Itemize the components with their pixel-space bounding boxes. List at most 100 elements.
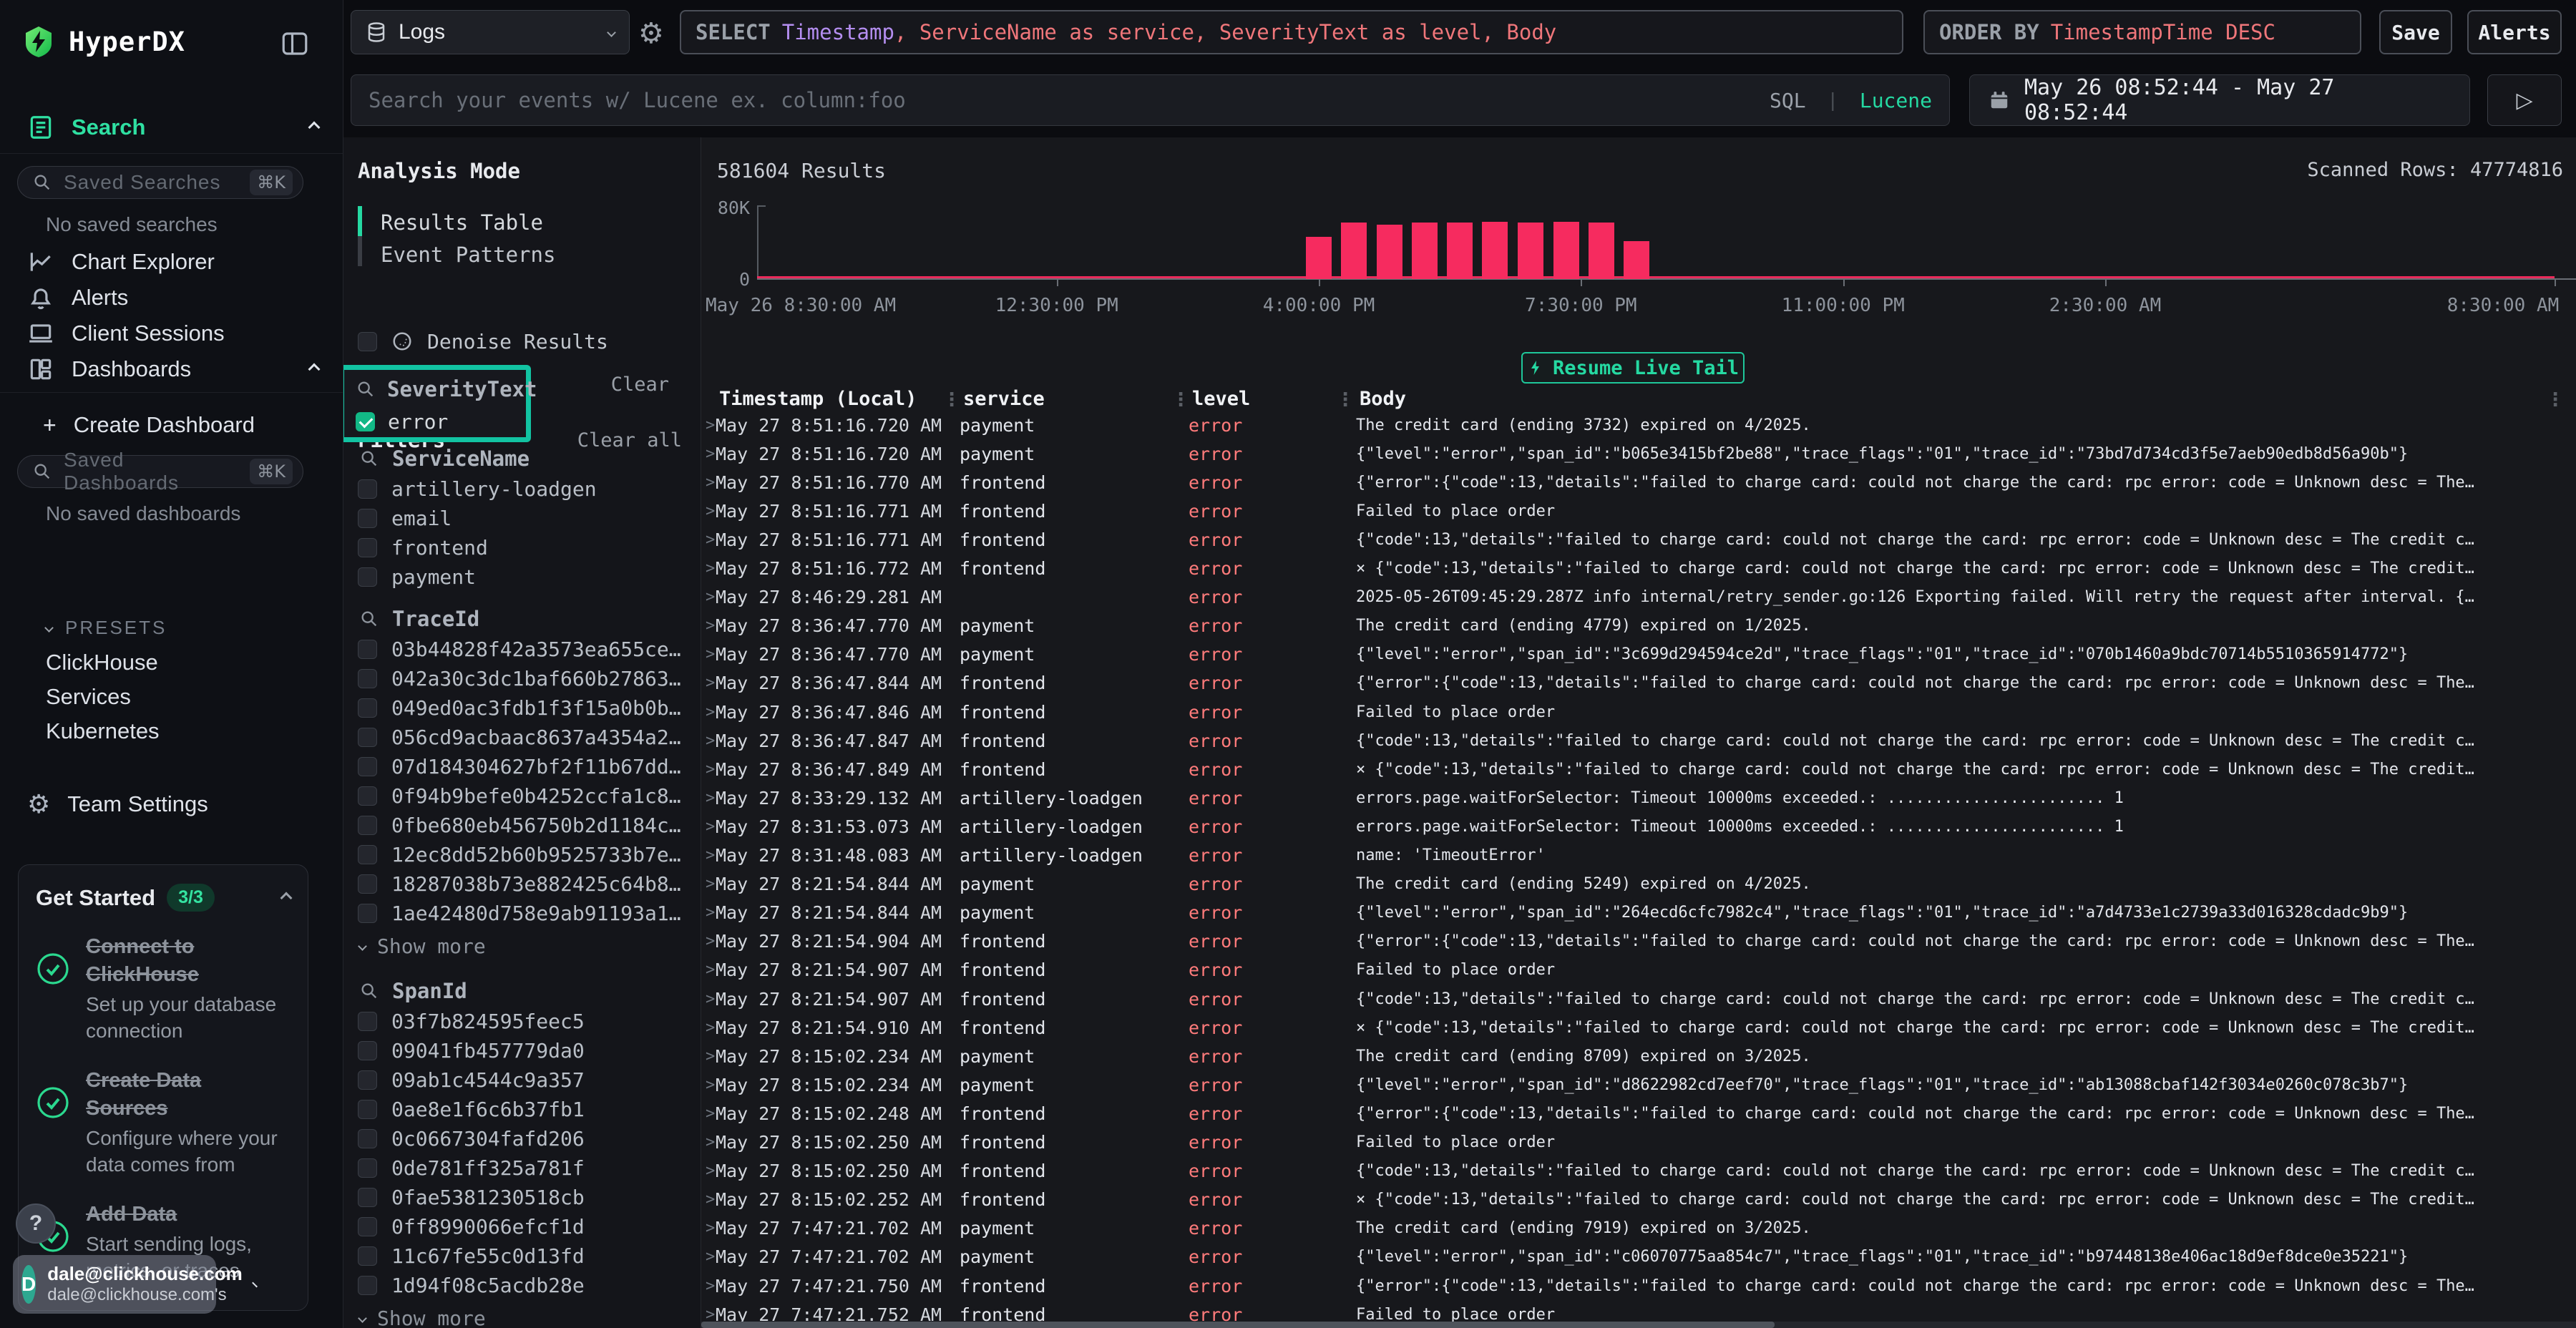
table-row[interactable]: >May 27 8:15:02.248 AMfrontenderror{"err… (701, 1099, 2576, 1128)
filter-value-label[interactable]: frontend (391, 536, 488, 560)
filter-value-row[interactable]: 09ab1c4544c9a357 (358, 1068, 585, 1092)
row-expander-icon[interactable]: > (701, 904, 716, 922)
horizontal-scrollbar[interactable] (701, 1322, 2576, 1328)
sidebar-item-team-settings[interactable]: ⚙ Team Settings (27, 788, 318, 820)
filter-value-label[interactable]: 0f94b9befe0b4252ccfa1c8… (391, 784, 681, 808)
histogram-bar[interactable] (1412, 223, 1438, 279)
table-row[interactable]: >May 27 8:51:16.772 AMfrontenderror× {"c… (701, 555, 2576, 583)
filter-value-row[interactable]: 0ae8e1f6c6b37fb1 (358, 1097, 585, 1121)
filter-value-label[interactable]: artillery-loadgen (391, 477, 597, 501)
filter-value-row[interactable]: 0ff8990066efcf1d (358, 1214, 585, 1239)
checkbox-icon[interactable] (358, 1217, 377, 1236)
histogram-bar[interactable] (1377, 225, 1402, 279)
histogram-bar[interactable] (1518, 223, 1543, 279)
checkbox-icon[interactable] (358, 1012, 377, 1031)
row-expander-icon[interactable]: > (701, 645, 716, 663)
filter-value-row[interactable]: 042a30c3dc1baf660b27863… (358, 666, 681, 690)
filter-value-label[interactable]: email (391, 507, 452, 530)
sidebar-collapse-icon[interactable] (280, 29, 310, 62)
row-expander-icon[interactable]: > (701, 502, 716, 520)
checkbox-icon[interactable] (358, 757, 377, 776)
table-row[interactable]: >May 27 8:36:47.770 AMpaymenterrorThe cr… (701, 612, 2576, 640)
table-row[interactable]: >May 27 7:47:21.702 AMpaymenterror{"leve… (701, 1243, 2576, 1271)
help-button[interactable]: ? (16, 1204, 56, 1244)
filter-value-label[interactable]: 0c0667304fafd206 (391, 1127, 585, 1151)
alerts-button[interactable]: Alerts (2467, 10, 2562, 54)
checkbox-icon[interactable] (358, 332, 377, 351)
checkbox-icon[interactable] (358, 669, 377, 688)
tab-results-table[interactable]: Results Table (381, 210, 543, 235)
denoise-results-row[interactable]: Denoise Results (358, 329, 608, 353)
filter-value-row[interactable]: 11c67fe55c0d13fd (358, 1244, 585, 1268)
histogram-bar[interactable] (1624, 241, 1649, 279)
filter-value-label[interactable]: 1ae42480d758e9ab91193a1… (391, 902, 681, 925)
filter-value-label[interactable]: error (388, 410, 448, 434)
table-row[interactable]: >May 27 7:47:21.702 AMpaymenterrorThe cr… (701, 1214, 2576, 1243)
create-dashboard-button[interactable]: + Create Dashboard (43, 409, 318, 441)
filter-value-row[interactable]: 09041fb457779da0 (358, 1038, 585, 1063)
table-row[interactable]: >May 27 8:15:02.234 AMpaymenterrorThe cr… (701, 1042, 2576, 1070)
mode-sql-toggle[interactable]: SQL (1770, 89, 1806, 112)
row-expander-icon[interactable]: > (701, 1277, 716, 1295)
row-expander-icon[interactable]: > (701, 416, 716, 434)
chevron-up-icon[interactable] (308, 363, 321, 376)
table-row[interactable]: >May 27 8:36:47.770 AMpaymenterror{"leve… (701, 640, 2576, 669)
column-separator-icon[interactable]: ⋮ (942, 389, 961, 411)
filter-value-row[interactable]: 049ed0ac3fdb1f3f15a0b0b… (358, 695, 681, 720)
span-show-more[interactable]: Show more (359, 1307, 486, 1328)
table-settings-icon[interactable]: ⋮ (2546, 389, 2565, 411)
filter-value-label[interactable]: 18287038b73e882425c64b8… (391, 872, 681, 896)
row-expander-icon[interactable]: > (701, 474, 716, 492)
filter-value-label[interactable]: 11c67fe55c0d13fd (391, 1244, 585, 1268)
filter-value-label[interactable]: 09ab1c4544c9a357 (391, 1068, 585, 1092)
sidebar-item-search[interactable]: Search (27, 112, 318, 143)
column-separator-icon[interactable]: ⋮ (1171, 389, 1190, 411)
row-expander-icon[interactable]: > (701, 1248, 716, 1266)
filter-value-label[interactable]: 09041fb457779da0 (391, 1039, 585, 1063)
filter-value-row[interactable]: frontend (358, 535, 488, 560)
filter-value-row[interactable]: email (358, 506, 452, 530)
checkbox-icon[interactable] (358, 479, 377, 499)
row-expander-icon[interactable]: > (701, 588, 716, 606)
search-icon[interactable] (356, 379, 376, 399)
checkbox-icon[interactable] (358, 845, 377, 864)
table-row[interactable]: >May 27 8:51:16.771 AMfrontenderrorFaile… (701, 497, 2576, 525)
checkbox-checked-icon[interactable] (356, 412, 375, 431)
search-icon[interactable] (359, 609, 379, 629)
histogram-bar[interactable] (1482, 222, 1508, 279)
table-row[interactable]: >May 27 8:21:54.844 AMpaymenterror{"leve… (701, 899, 2576, 927)
table-row[interactable]: >May 27 8:31:53.073 AMartillery-loadgene… (701, 812, 2576, 841)
checkbox-icon[interactable] (358, 728, 377, 747)
sidebar-item-kubernetes[interactable]: Kubernetes (46, 718, 160, 744)
row-expander-icon[interactable]: > (701, 531, 716, 549)
row-expander-icon[interactable]: > (701, 818, 716, 836)
table-row[interactable]: >May 27 8:46:29.281 AMerror2025-05-26T09… (701, 583, 2576, 612)
checkbox-icon[interactable] (358, 1129, 377, 1148)
checkbox-icon[interactable] (358, 904, 377, 923)
table-row[interactable]: >May 27 8:21:54.907 AMfrontenderror{"cod… (701, 985, 2576, 1013)
row-expander-icon[interactable]: > (701, 1048, 716, 1065)
chevron-up-icon[interactable] (308, 122, 321, 134)
filter-value-label[interactable]: 056cd9acbaac8637a4354a2… (391, 726, 681, 749)
row-expander-icon[interactable]: > (701, 1019, 716, 1037)
row-expander-icon[interactable]: > (701, 703, 716, 721)
checkbox-icon[interactable] (358, 816, 377, 835)
trace-show-more[interactable]: Show more (359, 934, 486, 958)
table-row[interactable]: >May 27 8:21:54.910 AMfrontenderror× {"c… (701, 1013, 2576, 1042)
table-row[interactable]: >May 27 8:21:54.904 AMfrontenderror{"err… (701, 927, 2576, 956)
sidebar-item-dashboards[interactable]: Dashboards (27, 353, 318, 385)
table-row[interactable]: >May 27 7:47:21.750 AMfrontenderror{"err… (701, 1271, 2576, 1300)
row-expander-icon[interactable]: > (701, 1162, 716, 1180)
table-row[interactable]: >May 27 8:51:16.720 AMpaymenterrorThe cr… (701, 411, 2576, 439)
checkbox-icon[interactable] (358, 1188, 377, 1207)
scrollbar-thumb[interactable] (701, 1322, 1775, 1328)
filter-value-row[interactable]: 03f7b824595feec5 (358, 1009, 585, 1033)
column-header-body[interactable]: Body (1360, 388, 1406, 410)
checkbox-icon[interactable] (358, 1158, 377, 1178)
row-expander-icon[interactable]: > (701, 990, 716, 1008)
table-row[interactable]: >May 27 8:15:02.250 AMfrontenderror{"cod… (701, 1157, 2576, 1186)
row-expander-icon[interactable]: > (701, 875, 716, 893)
orderby-query-input[interactable]: ORDER BY TimestampTime DESC (1923, 10, 2361, 54)
table-row[interactable]: >May 27 8:36:47.844 AMfrontenderror{"err… (701, 669, 2576, 698)
get-started-item[interactable]: Connect to ClickHouse Set up your databa… (36, 933, 291, 1044)
